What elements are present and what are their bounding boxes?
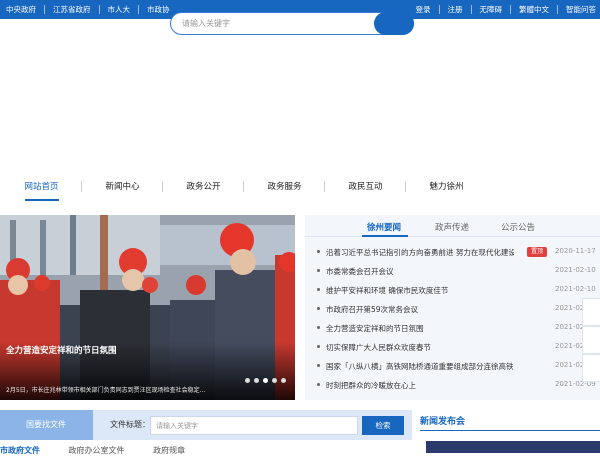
nav-gov-affairs[interactable]: 政务公开 (163, 178, 244, 202)
bullet-icon (317, 269, 320, 272)
carousel-dot-3[interactable] (263, 378, 268, 383)
top-links-left: 中央政府 江苏省政府 市人大 市政协 (0, 0, 178, 19)
nav-news-center-label: 新闻中心 (105, 182, 139, 192)
nav-interaction-label: 政民互动 (348, 182, 382, 192)
traditional-chinese-link[interactable]: 繁體中文 (511, 5, 558, 14)
tab-notices[interactable]: 公示公告 (501, 221, 535, 233)
login-link[interactable]: 登录 (408, 5, 440, 14)
nav-news-center[interactable]: 新闻中心 (82, 178, 163, 202)
file-title-placeholder: 请输入关键字 (156, 421, 198, 431)
smart-qa-link[interactable]: 智能问答 (558, 5, 600, 14)
link-city-congress[interactable]: 市人大 (100, 5, 140, 14)
side-float-button[interactable] (582, 298, 600, 326)
news-item[interactable]: 国家「八纵八横」高铁网陆桥通道重要组成部分连徐高铁... 2021-02-10 (305, 357, 600, 375)
news-item[interactable]: 全力营造安定祥和的节日氛围 2021-02-10 (305, 319, 600, 337)
news-panel: 徐州要闻 政声传递 公示公告 沿着习近平总书记指引的方向奋勇前进 努力在现代化建… (305, 215, 600, 400)
news-title[interactable]: 市政府召开第59次常务会议 (326, 304, 526, 315)
bullet-icon (317, 364, 320, 367)
news-item[interactable]: 切实保障广大人民群众欢度春节 2021-02-10 (305, 338, 600, 356)
tab-active-indicator (362, 235, 408, 237)
news-date: 2021-02-10 (555, 285, 596, 293)
file-search-label: 国要找文件 (26, 419, 66, 430)
search-button[interactable] (374, 12, 414, 35)
nav-home[interactable]: 网站首页 (1, 178, 82, 202)
press-conference-title[interactable]: 新闻发布会 (420, 414, 465, 427)
bullet-icon (317, 345, 320, 348)
news-item[interactable]: 市委常委会召开会议 2021-02-10 (305, 262, 600, 280)
news-title[interactable]: 市委常委会召开会议 (326, 266, 526, 277)
tab-office-docs[interactable]: 政府办公室文件 (69, 446, 125, 455)
tab-policy-voice[interactable]: 政声传递 (435, 221, 469, 233)
accessibility-link[interactable]: 无障碍 (472, 5, 512, 14)
pinned-badge: 置顶 (527, 247, 547, 257)
main-nav: 网站首页 新闻中心 政务公开 政务服务 政民互动 魅力徐州 (0, 178, 600, 202)
hero-title[interactable]: 全力营造安定祥和的节日氛围 (6, 344, 117, 356)
nav-gov-services-label: 政务服务 (267, 182, 301, 192)
nav-gov-services[interactable]: 政务服务 (244, 178, 325, 202)
news-date: 2020-11-17 (555, 247, 596, 255)
tab-xuzhou-news-label: 徐州要闻 (367, 223, 401, 233)
register-link[interactable]: 注册 (440, 5, 472, 14)
nav-gov-affairs-label: 政务公开 (186, 182, 220, 192)
news-title[interactable]: 切实保障广大人民群众欢度春节 (326, 342, 526, 353)
link-jiangsu-gov[interactable]: 江苏省政府 (45, 5, 100, 14)
nav-interaction[interactable]: 政民互动 (325, 178, 406, 202)
news-title[interactable]: 国家「八纵八横」高铁网陆桥通道重要组成部分连徐高铁... (326, 361, 514, 372)
side-float-button[interactable] (582, 354, 600, 382)
press-divider (420, 430, 600, 431)
carousel-dot-5[interactable] (281, 378, 286, 383)
news-item[interactable]: 沿着习近平总书记指引的方向奋勇前进 努力在现代化建设... 置顶 2020-11… (305, 243, 600, 261)
file-search-bar: 国要找文件 文件标题： 请输入关键字 检索 (0, 410, 412, 440)
carousel-dot-2[interactable] (254, 378, 259, 383)
carousel-dot-4[interactable] (272, 378, 277, 383)
nav-charm-xuzhou[interactable]: 魅力徐州 (406, 178, 487, 202)
file-search-button[interactable]: 检索 (362, 416, 404, 435)
document-tabs: 市政府文件 政府办公室文件 政府规章 (0, 445, 211, 456)
bullet-icon (317, 307, 320, 310)
bullet-icon (317, 250, 320, 253)
bullet-icon (317, 383, 320, 386)
link-city-cppcc[interactable]: 市政协 (139, 5, 178, 14)
press-conference-image[interactable] (426, 441, 600, 453)
news-title[interactable]: 沿着习近平总书记指引的方向奋勇前进 努力在现代化建设... (326, 247, 514, 258)
search-input[interactable]: 请输入关键字 (182, 18, 230, 29)
hero-carousel[interactable]: 全力营造安定祥和的节日氛围 2月5日，市长庄兆林带领市相关部门负责同志到贾汪区现… (0, 215, 295, 400)
tab-regulations[interactable]: 政府规章 (153, 446, 185, 455)
tab-xuzhou-news[interactable]: 徐州要闻 (367, 221, 401, 233)
carousel-dot-1[interactable] (245, 378, 250, 383)
site-search: 请输入关键字 (170, 12, 414, 35)
side-float-button[interactable] (582, 326, 600, 354)
bullet-icon (317, 326, 320, 329)
nav-charm-xuzhou-label: 魅力徐州 (429, 182, 463, 192)
top-links-right: 登录 注册 无障碍 繁體中文 智能问答 (408, 0, 600, 19)
bullet-icon (317, 288, 320, 291)
news-title[interactable]: 时刻把群众的冷暖放在心上 (326, 380, 526, 391)
nav-home-label: 网站首页 (24, 182, 58, 192)
link-central-gov[interactable]: 中央政府 (0, 5, 45, 14)
news-item[interactable]: 市政府召开第59次常务会议 2021-02-10 (305, 300, 600, 318)
news-title[interactable]: 维护平安祥和环境 确保市民欢度佳节 (326, 285, 526, 296)
news-item[interactable]: 时刻把群众的冷暖放在心上 2021-02-09 (305, 376, 600, 394)
news-tabs: 徐州要闻 政声传递 公示公告 (305, 215, 600, 237)
news-date: 2021-02-10 (555, 266, 596, 274)
news-title[interactable]: 全力营造安定祥和的节日氛围 (326, 323, 526, 334)
hero-description: 2月5日，市长庄兆林带领市相关部门负责同志到贾汪区现场检查社会稳定... (6, 385, 236, 394)
file-title-input[interactable]: 请输入关键字 (150, 416, 358, 435)
news-item[interactable]: 维护平安祥和环境 确保市民欢度佳节 2021-02-10 (305, 281, 600, 299)
file-title-label: 文件标题： (110, 419, 150, 430)
nav-active-underline (25, 199, 59, 201)
tab-city-gov-docs[interactable]: 市政府文件 (0, 446, 40, 455)
